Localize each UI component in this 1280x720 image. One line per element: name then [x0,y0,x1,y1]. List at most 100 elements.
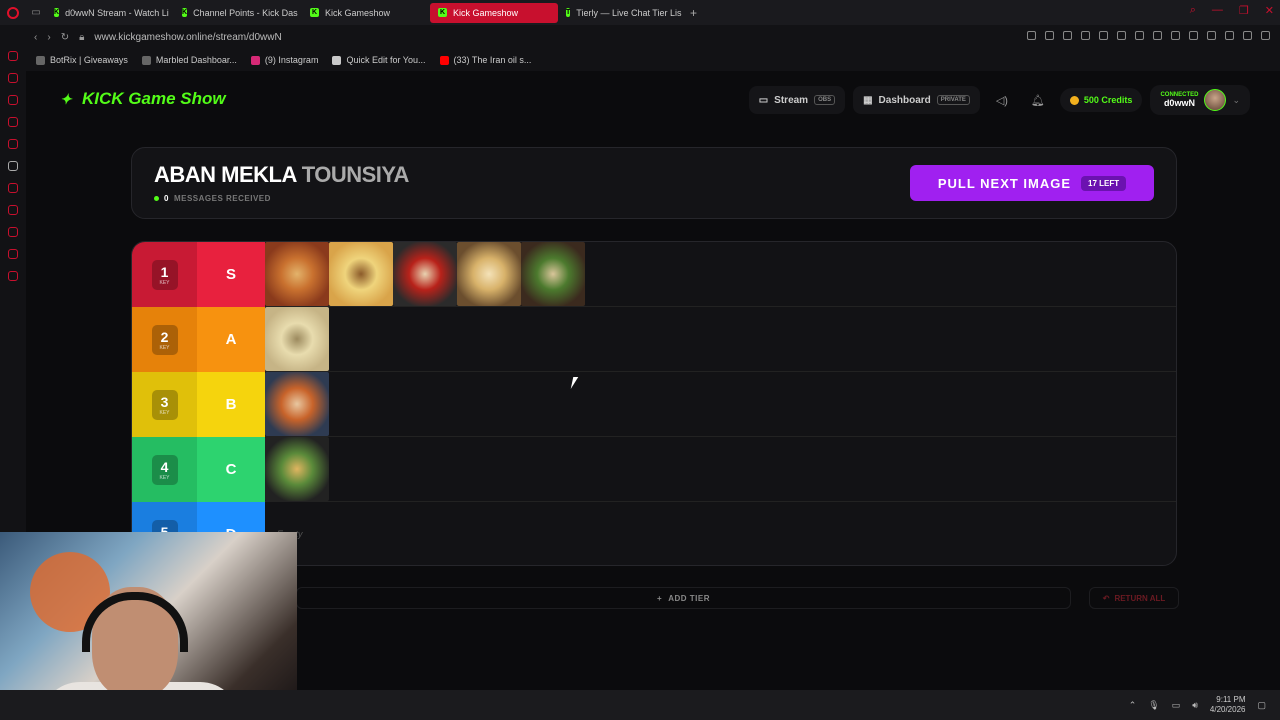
extension-icon[interactable] [1045,31,1054,40]
menu-icon[interactable] [1261,31,1270,40]
sidebar-app-icon[interactable] [8,117,18,127]
add-tier-label: ADD TIER [668,593,710,603]
tier-items[interactable] [265,437,329,501]
sound-icon[interactable]: ◁) [988,86,1016,114]
food-shakshuka-image[interactable] [393,242,457,306]
bell-icon[interactable]: 🔔︎ [1024,86,1052,114]
close-icon[interactable]: ✕ [1265,4,1274,17]
tier-key-label: KEY [159,409,170,416]
sidebar-app-icon[interactable] [8,205,18,215]
search-icon[interactable]: ⌕ [1190,4,1196,17]
bookmark[interactable]: Quick Edit for You... [332,55,426,65]
tab-overview-icon[interactable]: ▭ [26,7,46,18]
clock[interactable]: 9:11 PM 4/20/2026 [1210,695,1246,715]
bookmark-label: Quick Edit for You... [346,55,426,65]
tier-key[interactable]: 4 KEY [132,437,197,502]
dashboard-button[interactable]: ▦ Dashboard PRIVATE [853,86,980,114]
browser-tab[interactable]: K Kick Gameshow [302,3,430,23]
minimize-icon[interactable]: — [1212,4,1223,17]
avatar [1204,89,1227,111]
x-icon[interactable] [8,161,18,171]
extension-icon[interactable] [1027,31,1036,40]
return-all-button[interactable]: ↶ RETURN ALL [1089,587,1179,609]
sidebar-app-icon[interactable] [8,183,18,193]
extension-icon[interactable] [1081,31,1090,40]
tier-items[interactable] [265,372,329,436]
food-green-stew-image[interactable] [521,242,585,306]
food-tagine-image[interactable] [265,242,329,306]
food-couscous-veg-image[interactable] [265,437,329,501]
tier-key[interactable]: 3 KEY [132,372,197,437]
history-icon[interactable] [8,227,18,237]
food-egg-stew-image[interactable] [457,242,521,306]
sidebar-app-icon[interactable] [8,95,18,105]
stream-button[interactable]: ▭ Stream OBS [748,86,846,114]
tier-label[interactable]: S [197,242,265,307]
new-tab-icon[interactable]: + [690,6,697,20]
food-soup-image[interactable] [265,372,329,436]
food-lablabi-image[interactable] [329,242,393,306]
back-icon[interactable]: ‹ [34,32,37,43]
extension-icon[interactable] [1189,31,1198,40]
tier-key-label: KEY [159,344,170,351]
app-logo[interactable]: ✦ KICK Game Show [60,89,226,109]
tab-label: Tierly — Live Chat Tier Lis [576,7,682,18]
network-icon[interactable]: ▭ [1172,700,1181,711]
tier-label[interactable]: A [197,307,265,372]
obs-pill: OBS [814,95,836,105]
bookmark[interactable]: (9) Instagram [250,55,318,65]
tier-key[interactable]: 2 KEY [132,307,197,372]
url-field[interactable]: www.kickgameshow.online/stream/d0wwN [94,32,281,43]
extension-icon[interactable] [1153,31,1162,40]
browser-tab[interactable]: K Channel Points - Kick Das [174,3,302,23]
user-menu[interactable]: CONNECTED d0wwN ⌄ [1150,85,1250,115]
download-icon[interactable] [1225,31,1234,40]
browser-tab[interactable]: Kd0wwN Stream - Watch Li [46,3,174,23]
notifications-icon[interactable]: ▢ [1257,700,1266,711]
tier-items[interactable] [265,242,585,306]
settings-icon[interactable] [8,271,18,281]
tier-label[interactable]: B [197,372,265,437]
bookmark[interactable]: BotRix | Giveaways [36,55,128,65]
extension-icon[interactable] [1207,31,1216,40]
tier-row[interactable]: 3 KEY B [132,372,1176,437]
pull-next-image-button[interactable]: PULL NEXT IMAGE 17 LEFT [910,165,1154,201]
tier-key-box: 3 KEY [151,389,178,420]
tier-row[interactable]: 1 KEY S [132,242,1176,307]
microphone-icon[interactable]: 🎙︎ [1148,700,1159,711]
youtube-icon [439,55,449,65]
extension-icon[interactable] [1117,31,1126,40]
coin-icon [1069,95,1079,105]
bookmark[interactable]: (33) The Iran oil s... [439,55,531,65]
extension-icon[interactable] [1099,31,1108,40]
sidebar-app-icon[interactable] [8,73,18,83]
extension-icon[interactable] [1063,31,1072,40]
tier-items[interactable] [265,307,329,371]
maximize-icon[interactable]: ❐ [1239,4,1249,17]
volume-icon[interactable]: 🔊︎ [1192,700,1198,711]
credits-badge[interactable]: 500 Credits [1059,88,1143,112]
food-brik-image[interactable] [265,307,329,371]
extension-icon[interactable] [1135,31,1144,40]
extension-icon[interactable] [1171,31,1180,40]
chevron-down-icon: ⌄ [1232,94,1240,105]
twitch-icon[interactable] [8,139,18,149]
sidebar-app-icon[interactable] [8,51,18,61]
opera-logo-icon[interactable] [0,0,26,25]
bookmark-icon [36,55,45,65]
bookmark[interactable]: Marbled Dashboar... [141,55,237,65]
tierly-favicon-icon: T [566,8,571,17]
browser-tab[interactable]: T Tierly — Live Chat Tier Lis [558,3,686,23]
ai-icon[interactable] [1243,31,1252,40]
browser-tab-active[interactable]: K Kick Gameshow [430,2,558,23]
add-tier-button[interactable]: + ADD TIER [296,587,1071,609]
sidebar-app-icon[interactable] [8,249,18,259]
tier-row[interactable]: 4 KEY C [132,437,1176,502]
chevron-up-icon[interactable]: ⌃ [1129,700,1137,711]
forward-icon[interactable]: › [47,32,50,43]
kick-favicon-icon: K [182,8,188,17]
tier-row[interactable]: 2 KEY A [132,307,1176,372]
tier-label[interactable]: C [197,437,265,502]
reload-icon[interactable]: ↻ [61,32,69,43]
tier-key[interactable]: 1 KEY [132,242,197,307]
